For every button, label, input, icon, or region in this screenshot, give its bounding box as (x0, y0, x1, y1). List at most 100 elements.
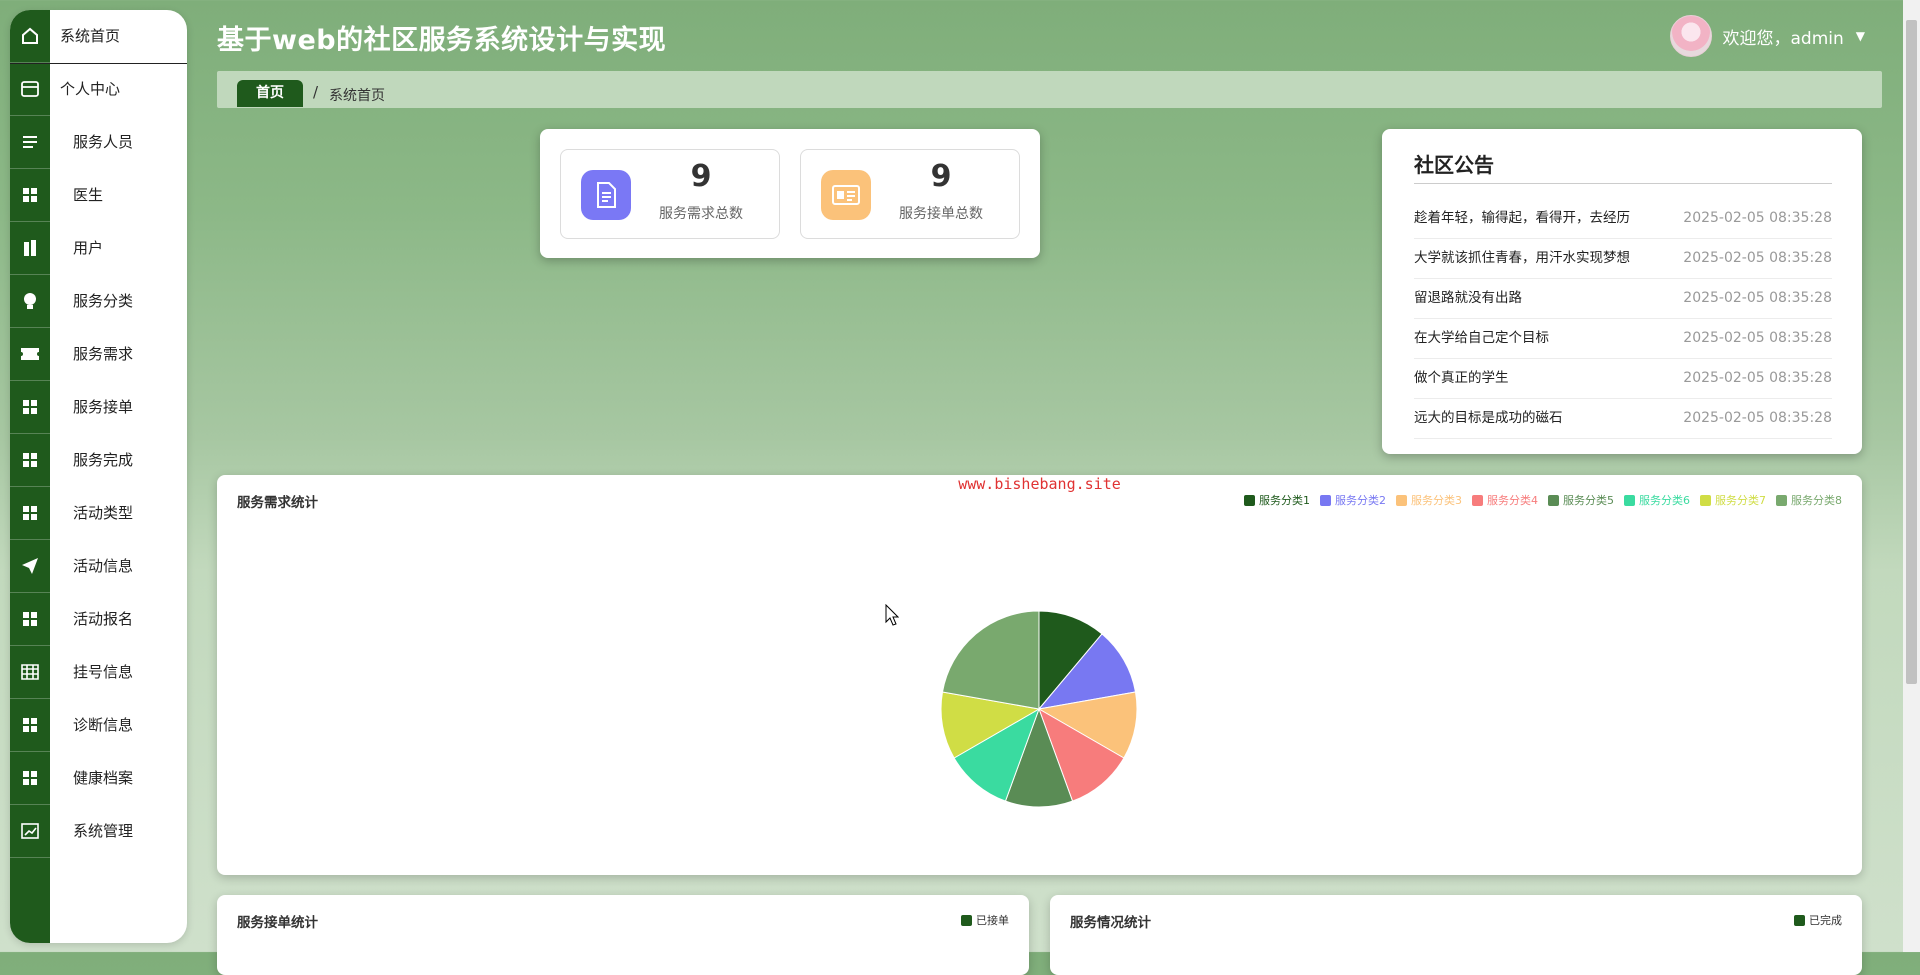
sidebar-item[interactable]: 系统管理 (10, 805, 187, 858)
sidebar-item-label: 活动类型 (73, 504, 134, 522)
grid-icon (10, 169, 50, 222)
notice-card: 社区公告 趁着年轻，输得起，看得开，去经历 2025-02-05 08:35:28… (1382, 129, 1862, 454)
sidebar-item-label: 个人中心 (60, 80, 121, 98)
sidebar-item[interactable]: 个人中心 (10, 63, 187, 116)
sidebar-item-label: 服务接单 (73, 398, 134, 416)
sidebar-item[interactable]: 挂号信息 (10, 646, 187, 699)
grid-icon (10, 752, 50, 805)
sidebar-item[interactable]: 活动报名 (10, 593, 187, 646)
status-legend: 已完成 (1794, 912, 1842, 928)
id-card-icon (821, 170, 871, 220)
pie-slice[interactable] (941, 610, 1040, 710)
notice-item-date: 2025-02-05 08:35:28 (1683, 210, 1832, 226)
notice-item-title: 做个真正的学生 (1414, 370, 1509, 386)
send-icon (10, 540, 50, 593)
sidebar-item[interactable]: 服务人员 (10, 116, 187, 169)
stats-card: 9 服务需求总数 9 服务接单总数 (540, 129, 1040, 258)
sidebar-item-label: 挂号信息 (73, 663, 134, 681)
sidebar-item[interactable]: 活动信息 (10, 540, 187, 593)
notice-item[interactable]: 大学就该抓住青春，用汗水实现梦想 2025-02-05 08:35:28 (1414, 238, 1832, 279)
grid-icon (10, 434, 50, 487)
breadcrumb-separator: / (313, 83, 319, 101)
stat-demand-label: 服务需求总数 (659, 206, 743, 222)
document-icon (581, 170, 631, 220)
notice-divider (1414, 183, 1832, 184)
user-greeting[interactable]: 欢迎您，admin (1722, 24, 1843, 49)
grid-icon (10, 699, 50, 752)
sidebar-item[interactable]: 服务分类 (10, 275, 187, 328)
stat-orders-total: 9 服务接单总数 (800, 149, 1020, 239)
status-legend-item[interactable]: 已完成 (1794, 912, 1842, 928)
legend-label: 已完成 (1809, 914, 1842, 927)
sidebar-item[interactable]: 健康档案 (10, 752, 187, 805)
bulb-icon (10, 275, 50, 328)
scrollbar-thumb[interactable] (1906, 20, 1917, 684)
stat-orders-label: 服务接单总数 (899, 206, 983, 222)
sidebar-item-label: 服务人员 (73, 133, 134, 151)
sidebar-item-label: 诊断信息 (73, 716, 134, 734)
orders-chart-title: 服务接单统计 (237, 915, 318, 931)
sidebar-item[interactable]: 服务接单 (10, 381, 187, 434)
notice-item-date: 2025-02-05 08:35:28 (1683, 330, 1832, 346)
orders-chart-panel: 服务接单统计 已接单 (217, 895, 1029, 975)
home-icon (10, 10, 50, 63)
sidebar-item-label: 用户 (73, 239, 104, 257)
table-icon (10, 646, 50, 699)
app-title: 基于web的社区服务系统设计与实现 (217, 25, 667, 56)
stat-demand-value: 9 (690, 159, 712, 194)
grid-icon (10, 593, 50, 646)
demand-chart-panel: 服务需求统计 www.bishebang.site 服务分类1 服务分类2 服务分类… (217, 475, 1862, 875)
pie-chart (940, 610, 1138, 808)
notice-item-date: 2025-02-05 08:35:28 (1683, 410, 1832, 426)
stat-demand-total: 9 服务需求总数 (560, 149, 780, 239)
sidebar-item[interactable]: 医生 (10, 169, 187, 222)
building-icon (10, 222, 50, 275)
sidebar-item[interactable]: 服务需求 (10, 328, 187, 381)
notice-item[interactable]: 在大学给自己定个目标 2025-02-05 08:35:28 (1414, 318, 1832, 359)
breadcrumb-home[interactable]: 首页 (237, 80, 303, 107)
sidebar-item[interactable]: 服务完成 (10, 434, 187, 487)
status-chart-title: 服务情况统计 (1070, 915, 1151, 931)
sidebar-item-label: 系统首页 (60, 27, 121, 45)
sidebar-item-label: 服务分类 (73, 292, 134, 310)
status-chart-panel: 服务情况统计 已完成 (1050, 895, 1862, 975)
orders-legend-item[interactable]: 已接单 (961, 912, 1009, 928)
sidebar-item-label: 活动报名 (73, 610, 134, 628)
sidebar-item[interactable]: 诊断信息 (10, 699, 187, 752)
legend-swatch (961, 914, 972, 926)
breadcrumb: 首页 / 系统首页 (217, 71, 1882, 108)
legend-swatch (1794, 914, 1805, 926)
notice-item-date: 2025-02-05 08:35:28 (1683, 370, 1832, 386)
notice-title: 社区公告 (1414, 153, 1494, 177)
notice-item[interactable]: 做个真正的学生 2025-02-05 08:35:28 (1414, 358, 1832, 399)
list-icon (10, 116, 50, 169)
sidebar: 系统首页个人中心服务人员医生用户服务分类服务需求服务接单服务完成活动类型活动信息… (10, 10, 187, 943)
avatar[interactable] (1670, 15, 1713, 57)
ticket-icon (10, 328, 50, 381)
grid-icon (10, 381, 50, 434)
notice-item[interactable]: 远大的目标是成功的磁石 2025-02-05 08:35:28 (1414, 398, 1832, 439)
notice-item[interactable]: 趁着年轻，输得起，看得开，去经历 2025-02-05 08:35:28 (1414, 198, 1832, 239)
notice-item-title: 远大的目标是成功的磁石 (1414, 410, 1563, 426)
card-icon (10, 63, 50, 116)
notice-item-title: 留退路就没有出路 (1414, 290, 1522, 306)
caret-down-icon[interactable]: ▼ (1856, 29, 1865, 43)
sidebar-item[interactable]: 系统首页 (10, 10, 187, 64)
notice-item-date: 2025-02-05 08:35:28 (1683, 250, 1832, 266)
notice-item-title: 在大学给自己定个目标 (1414, 330, 1549, 346)
notice-item[interactable]: 留退路就没有出路 2025-02-05 08:35:28 (1414, 278, 1832, 319)
sidebar-item-label: 系统管理 (73, 822, 134, 840)
stat-orders-value: 9 (930, 159, 952, 194)
page-scrollbar[interactable] (1903, 0, 1920, 952)
chart-icon (10, 805, 50, 858)
sidebar-item[interactable]: 活动类型 (10, 487, 187, 540)
orders-legend: 已接单 (961, 912, 1009, 928)
grid-icon (10, 487, 50, 540)
sidebar-item-label: 服务需求 (73, 345, 134, 363)
sidebar-item-label: 健康档案 (73, 769, 134, 787)
user-menu[interactable]: 欢迎您，admin ▼ (1670, 15, 1865, 57)
notice-item-title: 趁着年轻，输得起，看得开，去经历 (1414, 210, 1630, 226)
sidebar-item-label: 医生 (73, 186, 104, 204)
sidebar-item[interactable]: 用户 (10, 222, 187, 275)
sidebar-item-label: 活动信息 (73, 557, 134, 575)
